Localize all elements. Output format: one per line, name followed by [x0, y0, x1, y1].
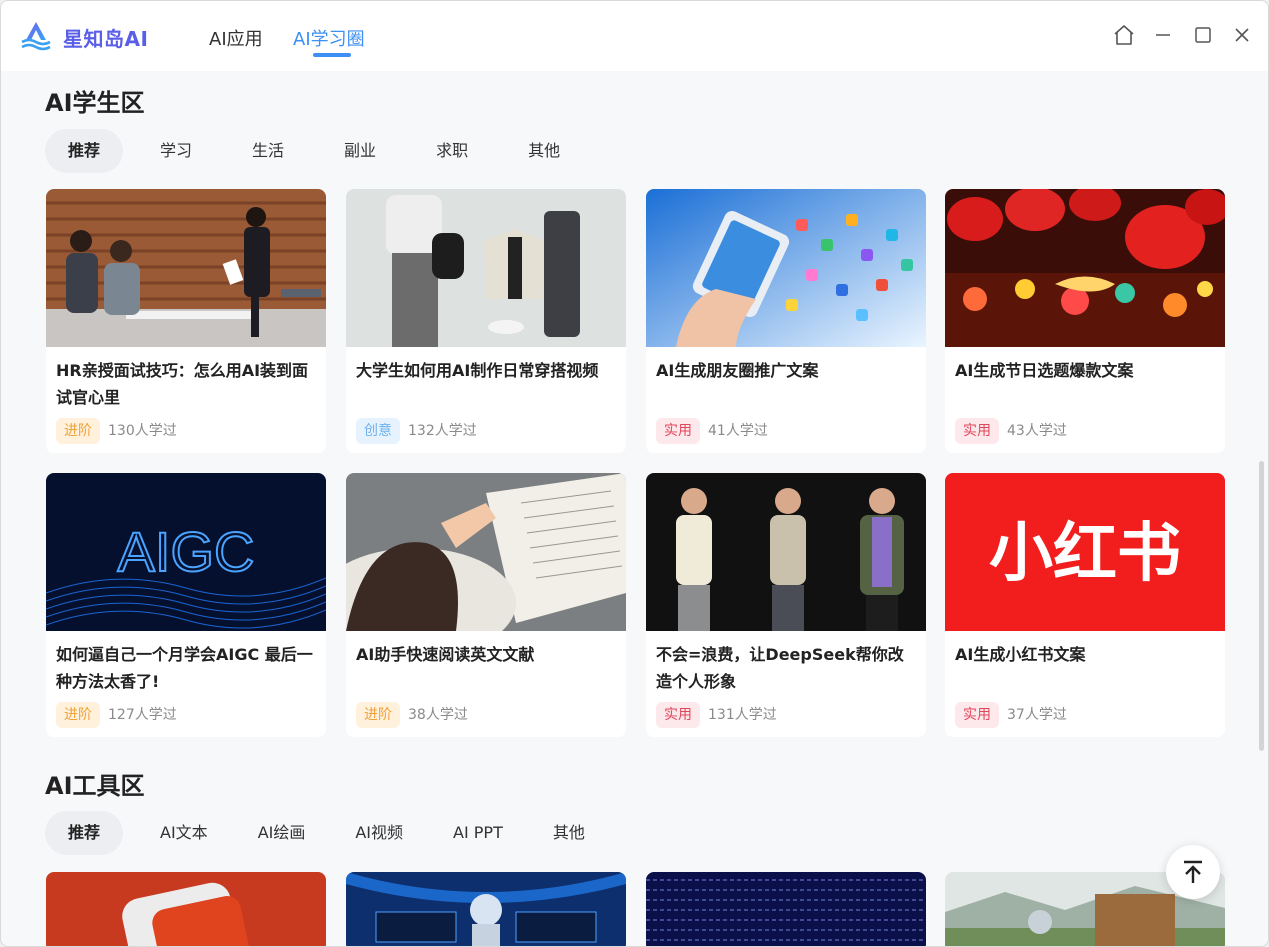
learner-count: 130人学过 [108, 423, 177, 439]
app-brand: 星知岛AI [63, 27, 149, 51]
course-card[interactable]: 不会=浪费，让DeepSeek帮你改造个人形象 实用 131人学过 [646, 473, 926, 737]
nav-ai-apps[interactable]: AI应用 [209, 25, 263, 51]
tool-card[interactable] [346, 872, 626, 946]
course-title: AI生成小红书文案 [955, 645, 1086, 664]
course-thumbnail [646, 473, 926, 631]
minimize-icon[interactable] [1151, 23, 1175, 47]
tool-card[interactable] [646, 872, 926, 946]
tab-ai-ppt[interactable]: AI PPT [430, 811, 526, 855]
learner-count: 131人学过 [708, 707, 777, 723]
course-thumbnail: AIGC [46, 473, 326, 631]
level-badge: 实用 [955, 418, 999, 444]
learner-count: 127人学过 [108, 707, 177, 723]
course-title: 不会=浪费，让DeepSeek帮你改造个人形象 [656, 645, 904, 691]
xiaohongshu-image-text: 小红书 [989, 517, 1181, 591]
title-bar: 星知岛AI AI应用 AI学习圈 [1, 1, 1268, 71]
tab-tools-other[interactable]: 其他 [530, 811, 608, 855]
tool-thumbnail [646, 872, 926, 946]
tool-card[interactable] [46, 872, 326, 946]
tab-study[interactable]: 学习 [137, 129, 215, 173]
tab-tools-recommend[interactable]: 推荐 [45, 811, 124, 855]
tool-thumbnail [346, 872, 626, 946]
course-thumbnail [346, 189, 626, 347]
course-thumbnail [646, 189, 926, 347]
section-title-tools: AI工具区 [45, 772, 145, 800]
main-content: AI学生区 推荐 学习 生活 副业 求职 其他 HR亲授面试技巧：怎么用AI装到… [1, 71, 1268, 946]
maximize-icon[interactable] [1191, 23, 1215, 47]
course-thumbnail [46, 189, 326, 347]
course-thumbnail [945, 189, 1225, 347]
home-icon[interactable] [1112, 23, 1136, 47]
learner-count: 43人学过 [1007, 423, 1067, 439]
course-title: HR亲授面试技巧：怎么用AI装到面试官心里 [56, 361, 309, 407]
course-title: AI助手快速阅读英文文献 [356, 645, 535, 664]
tools-tabs: 推荐 AI文本 AI绘画 AI视频 AI PPT 其他 [45, 811, 608, 855]
course-title: AI生成节日选题爆款文案 [955, 361, 1134, 380]
course-card[interactable]: AIGC 如何逼自己一个月学会AIGC 最后一种方法太香了! 进阶 127人学过 [46, 473, 326, 737]
section-title-student: AI学生区 [45, 89, 145, 117]
course-title: 如何逼自己一个月学会AIGC 最后一种方法太香了! [56, 645, 313, 691]
logo-icon [21, 22, 51, 51]
level-badge: 实用 [656, 418, 700, 444]
level-badge: 实用 [656, 702, 700, 728]
learner-count: 37人学过 [1007, 707, 1067, 723]
level-badge: 进阶 [56, 702, 100, 728]
course-title: AI生成朋友圈推广文案 [656, 361, 819, 380]
learner-count: 132人学过 [408, 423, 477, 439]
scrollbar-thumb[interactable] [1259, 461, 1264, 751]
level-badge: 进阶 [356, 702, 400, 728]
tab-ai-video[interactable]: AI视频 [332, 811, 426, 855]
aigc-image-text: AIGC [118, 520, 255, 583]
tab-side-job[interactable]: 副业 [321, 129, 399, 173]
tab-life[interactable]: 生活 [229, 129, 307, 173]
course-card[interactable]: AI助手快速阅读英文文献 进阶 38人学过 [346, 473, 626, 737]
back-to-top-button[interactable] [1166, 845, 1220, 899]
student-tabs: 推荐 学习 生活 副业 求职 其他 [45, 129, 583, 173]
learner-count: 41人学过 [708, 423, 768, 439]
course-card[interactable]: AI生成节日选题爆款文案 实用 43人学过 [945, 189, 1225, 453]
nav-active-indicator [313, 53, 351, 57]
tab-ai-text[interactable]: AI文本 [137, 811, 231, 855]
level-badge: 进阶 [56, 418, 100, 444]
tab-ai-drawing[interactable]: AI绘画 [235, 811, 329, 855]
course-card[interactable]: 大学生如何用AI制作日常穿搭视频 创意 132人学过 [346, 189, 626, 453]
level-badge: 实用 [955, 702, 999, 728]
course-title: 大学生如何用AI制作日常穿搭视频 [356, 361, 599, 380]
course-card[interactable]: HR亲授面试技巧：怎么用AI装到面试官心里 进阶 130人学过 [46, 189, 326, 453]
tab-recommend[interactable]: 推荐 [45, 129, 124, 173]
arrow-up-icon [1184, 860, 1202, 883]
tab-other[interactable]: 其他 [505, 129, 583, 173]
level-badge: 创意 [356, 418, 400, 444]
course-card[interactable]: AI生成朋友圈推广文案 实用 41人学过 [646, 189, 926, 453]
tool-thumbnail [46, 872, 326, 946]
course-thumbnail: 小红书 [945, 473, 1225, 631]
close-icon[interactable] [1230, 23, 1254, 47]
nav-ai-learning-circle[interactable]: AI学习圈 [293, 25, 365, 51]
course-thumbnail [346, 473, 626, 631]
learner-count: 38人学过 [408, 707, 468, 723]
course-card[interactable]: 小红书 AI生成小红书文案 实用 37人学过 [945, 473, 1225, 737]
tab-job-hunting[interactable]: 求职 [413, 129, 491, 173]
app-window: 星知岛AI AI应用 AI学习圈 AI学生区 推荐 学习 生活 副业 求职 其他 [0, 0, 1269, 947]
